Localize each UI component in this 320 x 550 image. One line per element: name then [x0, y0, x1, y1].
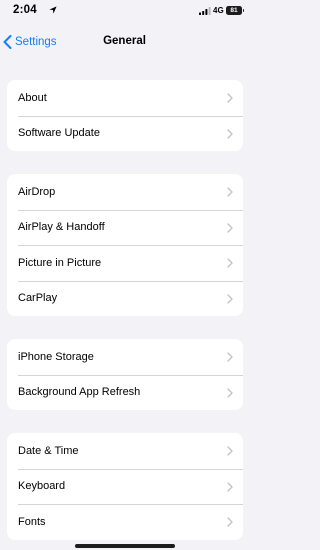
chevron-right-icon: [227, 293, 233, 304]
row-picture-in-picture[interactable]: Picture in Picture: [7, 245, 243, 281]
page-title: General: [103, 35, 146, 47]
row-label: iPhone Storage: [18, 350, 94, 363]
row-label: CarPlay: [18, 292, 58, 305]
chevron-right-icon: [227, 387, 233, 398]
chevron-right-icon: [227, 128, 233, 139]
network-type: 4G: [213, 6, 224, 15]
settings-group-about: About Software Update: [7, 80, 243, 151]
row-airplay-handoff[interactable]: AirPlay & Handoff: [7, 209, 243, 246]
row-label: Picture in Picture: [18, 256, 102, 269]
battery-percent: 81: [230, 7, 238, 14]
row-airdrop[interactable]: AirDrop: [7, 174, 243, 210]
row-label: Keyboard: [18, 480, 66, 493]
home-indicator[interactable]: [75, 544, 175, 548]
row-label: About: [18, 91, 47, 104]
row-label: Background App Refresh: [18, 386, 141, 399]
settings-group-storage: iPhone Storage Background App Refresh: [7, 339, 243, 410]
settings-group-connectivity: AirDrop AirPlay & Handoff Picture in Pic…: [7, 174, 243, 316]
battery-icon: 81: [226, 6, 244, 15]
row-about[interactable]: About: [7, 80, 243, 116]
chevron-right-icon: [227, 517, 233, 527]
navigation-bar: Settings General: [0, 28, 249, 56]
chevron-right-icon: [227, 481, 233, 492]
chevron-right-icon: [227, 187, 233, 197]
row-label: Date & Time: [18, 444, 79, 457]
row-label: Software Update: [18, 127, 100, 140]
status-time: 2:04: [13, 4, 37, 16]
chevron-right-icon: [227, 352, 233, 362]
location-arrow-icon: [49, 6, 57, 14]
status-bar: 2:04 4G 81: [0, 0, 249, 26]
chevron-right-icon: [227, 258, 233, 268]
chevron-right-icon: [227, 222, 233, 233]
row-label: AirPlay & Handoff: [18, 221, 105, 234]
row-fonts[interactable]: Fonts: [7, 504, 243, 540]
row-label: Fonts: [18, 515, 46, 528]
cellular-signal-icon: [199, 7, 211, 15]
row-label: AirDrop: [18, 185, 56, 198]
row-iphone-storage[interactable]: iPhone Storage: [7, 339, 243, 375]
chevron-right-icon: [227, 93, 233, 103]
row-background-app-refresh[interactable]: Background App Refresh: [7, 374, 243, 411]
settings-group-locale: Date & Time Keyboard Fonts: [7, 433, 243, 540]
row-software-update[interactable]: Software Update: [7, 115, 243, 152]
row-keyboard[interactable]: Keyboard: [7, 468, 243, 505]
row-date-time[interactable]: Date & Time: [7, 433, 243, 469]
chevron-right-icon: [227, 446, 233, 456]
row-carplay[interactable]: CarPlay: [7, 280, 243, 317]
